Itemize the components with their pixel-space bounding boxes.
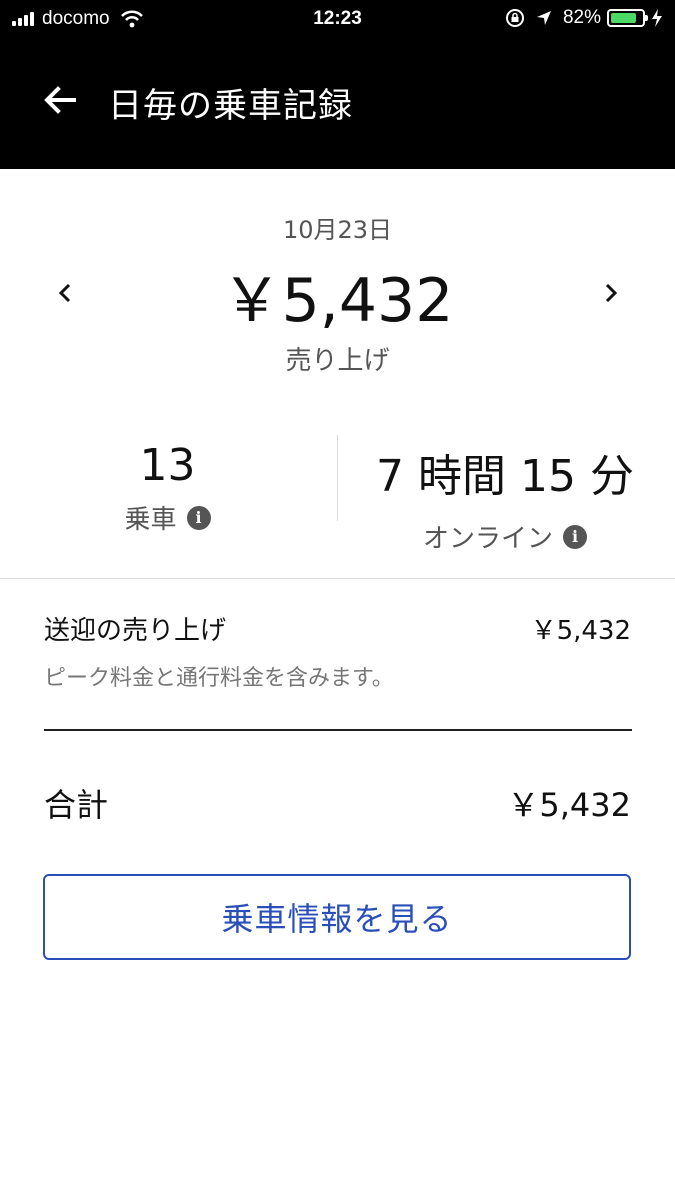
fare-note: ピーク料金と通行料金を含みます。 (44, 666, 394, 691)
app-header: 日毎の乗車記録 (0, 38, 675, 169)
location-arrow-icon (536, 11, 551, 25)
battery-percent: 82% (562, 7, 601, 28)
status-right: 82% (505, 7, 663, 29)
fare-label: 送迎の売り上げ (44, 616, 227, 646)
fare-value: ￥5,432 (530, 616, 631, 646)
trips-stat: 13 乗車 i (40, 440, 295, 536)
total-label: 合計 (44, 786, 109, 824)
info-icon[interactable]: i (186, 505, 211, 530)
online-duration: 7 時間 15 分 (376, 451, 634, 502)
summary-date: 10月23日 (282, 216, 393, 244)
charging-bolt-icon (652, 9, 662, 27)
section-divider (0, 578, 675, 579)
online-label-row: オンライン i (345, 518, 665, 555)
info-icon[interactable]: i (563, 524, 587, 549)
battery-icon (607, 9, 648, 27)
view-trips-button[interactable]: 乗車情報を見る (43, 874, 631, 960)
chevron-right-icon[interactable] (596, 278, 626, 308)
trips-count: 13 (139, 440, 196, 491)
stat-divider (337, 435, 338, 521)
trips-label: 乗車 (124, 505, 177, 535)
online-label: オンライン (422, 524, 553, 554)
daily-earnings-amount: ￥5,432 (221, 266, 454, 336)
earnings-label: 売り上げ (285, 346, 390, 376)
arrow-left-icon[interactable] (40, 80, 80, 120)
online-stat: 7 時間 15 分 オンライン i (345, 440, 665, 555)
rotation-lock-icon (505, 9, 524, 27)
page-title: 日毎の乗車記録 (108, 86, 353, 126)
total-divider (44, 729, 632, 731)
total-value: ￥5,432 (507, 786, 631, 824)
status-bar: docomo 12:23 82% (0, 0, 675, 38)
trips-label-row: 乗車 i (40, 499, 295, 536)
